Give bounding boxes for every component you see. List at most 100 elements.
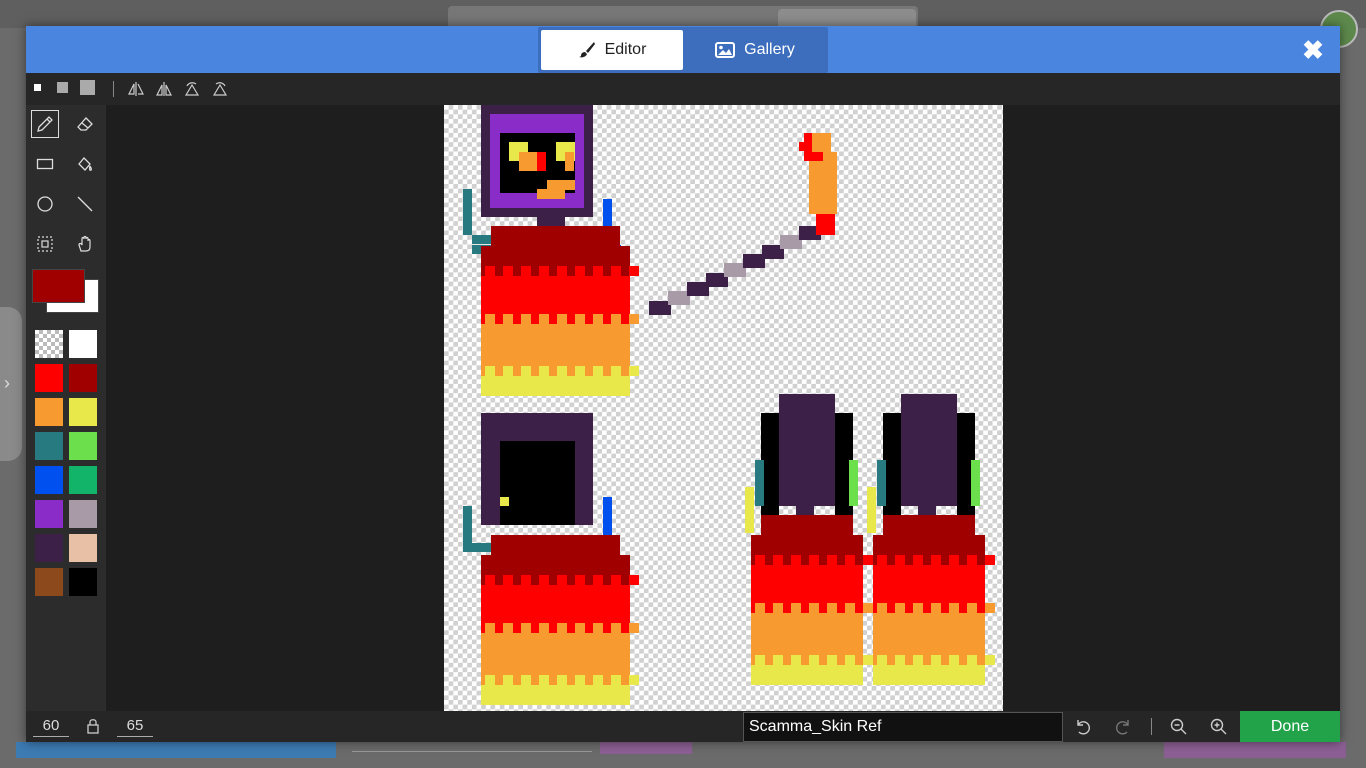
pixel — [521, 623, 531, 633]
close-icon[interactable]: ✖ — [1300, 37, 1326, 63]
pixel — [901, 394, 957, 506]
pixel — [761, 515, 853, 535]
pixel — [895, 603, 905, 613]
pixel — [755, 603, 765, 613]
pixel — [539, 366, 549, 376]
color-swatch[interactable] — [35, 466, 63, 494]
zoom-in-icon[interactable] — [1210, 718, 1228, 741]
pixel — [503, 366, 513, 376]
color-swatch[interactable] — [35, 500, 63, 528]
pixel — [780, 235, 802, 249]
color-swatch[interactable] — [35, 330, 63, 358]
pixel — [743, 254, 765, 268]
brush-size-large[interactable] — [80, 80, 95, 95]
brush-size-small[interactable] — [34, 84, 41, 91]
color-swatch[interactable] — [69, 330, 97, 358]
drawing-canvas[interactable] — [444, 105, 1003, 711]
color-swatch[interactable] — [35, 432, 63, 460]
pixel — [575, 623, 585, 633]
pixel — [503, 266, 513, 276]
color-swatch[interactable] — [35, 398, 63, 426]
flip-vertical-icon[interactable] — [156, 81, 172, 102]
color-swatch[interactable] — [69, 432, 97, 460]
pixel — [931, 603, 941, 613]
pixel — [863, 603, 873, 613]
pixel — [611, 314, 621, 324]
pixel — [539, 266, 549, 276]
line-icon[interactable] — [71, 190, 99, 218]
primary-color[interactable] — [32, 269, 85, 303]
pixel — [812, 133, 831, 152]
pixel — [485, 623, 495, 633]
pixel — [593, 366, 603, 376]
pixel — [629, 623, 639, 633]
image-icon — [715, 42, 736, 58]
pixel — [649, 301, 671, 315]
height-field[interactable] — [117, 715, 153, 737]
pixel — [593, 675, 603, 685]
rectangle-icon[interactable] — [31, 150, 59, 178]
pixel — [503, 623, 513, 633]
pixel — [500, 441, 575, 525]
color-swatch[interactable] — [69, 364, 97, 392]
pixel — [575, 314, 585, 324]
pixel — [593, 266, 603, 276]
pixel — [791, 655, 801, 665]
pixel — [539, 623, 549, 633]
background-tabs — [448, 6, 918, 28]
pixel — [949, 655, 959, 665]
color-swatch[interactable] — [35, 534, 63, 562]
tab-gallery[interactable]: Gallery — [685, 30, 825, 70]
pixel — [629, 314, 639, 324]
pixel — [593, 623, 603, 633]
fill-bucket-icon[interactable] — [71, 150, 99, 178]
pixel — [485, 366, 495, 376]
color-swatch[interactable] — [69, 534, 97, 562]
rotate-right-icon[interactable] — [212, 81, 228, 102]
pixel — [967, 655, 977, 665]
file-name-input[interactable] — [743, 712, 1063, 742]
pixel — [629, 575, 639, 585]
pixel — [985, 655, 995, 665]
pixel — [521, 314, 531, 324]
pixel — [521, 575, 531, 585]
color-swatch[interactable] — [69, 568, 97, 596]
background-button — [600, 742, 692, 754]
pixel — [931, 655, 941, 665]
lock-icon[interactable] — [86, 718, 100, 739]
flip-horizontal-icon[interactable] — [128, 81, 144, 102]
pixel — [485, 575, 495, 585]
pan-hand-icon[interactable] — [71, 230, 99, 258]
color-swatch[interactable] — [69, 466, 97, 494]
eraser-icon[interactable] — [71, 110, 99, 138]
pencil-icon[interactable] — [31, 110, 59, 138]
pixel — [967, 555, 977, 565]
tab-group: Editor Gallery — [538, 27, 828, 73]
pixel — [809, 152, 837, 214]
undo-icon[interactable] — [1074, 718, 1092, 741]
pixel — [863, 555, 873, 565]
width-field[interactable] — [33, 715, 69, 737]
color-swatch[interactable] — [69, 500, 97, 528]
done-button[interactable]: Done — [1240, 711, 1340, 742]
brush-size-medium[interactable] — [57, 82, 68, 93]
pixel — [485, 266, 495, 276]
redo-icon[interactable] — [1114, 718, 1132, 741]
pixel — [773, 603, 783, 613]
color-swatch[interactable] — [69, 398, 97, 426]
pixel — [557, 266, 567, 276]
color-swatch[interactable] — [35, 568, 63, 596]
top-toolbar — [26, 73, 1340, 105]
background-button — [1164, 742, 1346, 758]
pixel — [557, 575, 567, 585]
pixel — [895, 655, 905, 665]
pixel — [575, 675, 585, 685]
rotate-left-icon[interactable] — [184, 81, 200, 102]
pixel — [593, 314, 603, 324]
pixel — [967, 603, 977, 613]
zoom-out-icon[interactable] — [1170, 718, 1188, 741]
tab-editor[interactable]: Editor — [541, 30, 683, 70]
color-swatch[interactable] — [35, 364, 63, 392]
ellipse-icon[interactable] — [31, 190, 59, 218]
select-icon[interactable] — [31, 230, 59, 258]
